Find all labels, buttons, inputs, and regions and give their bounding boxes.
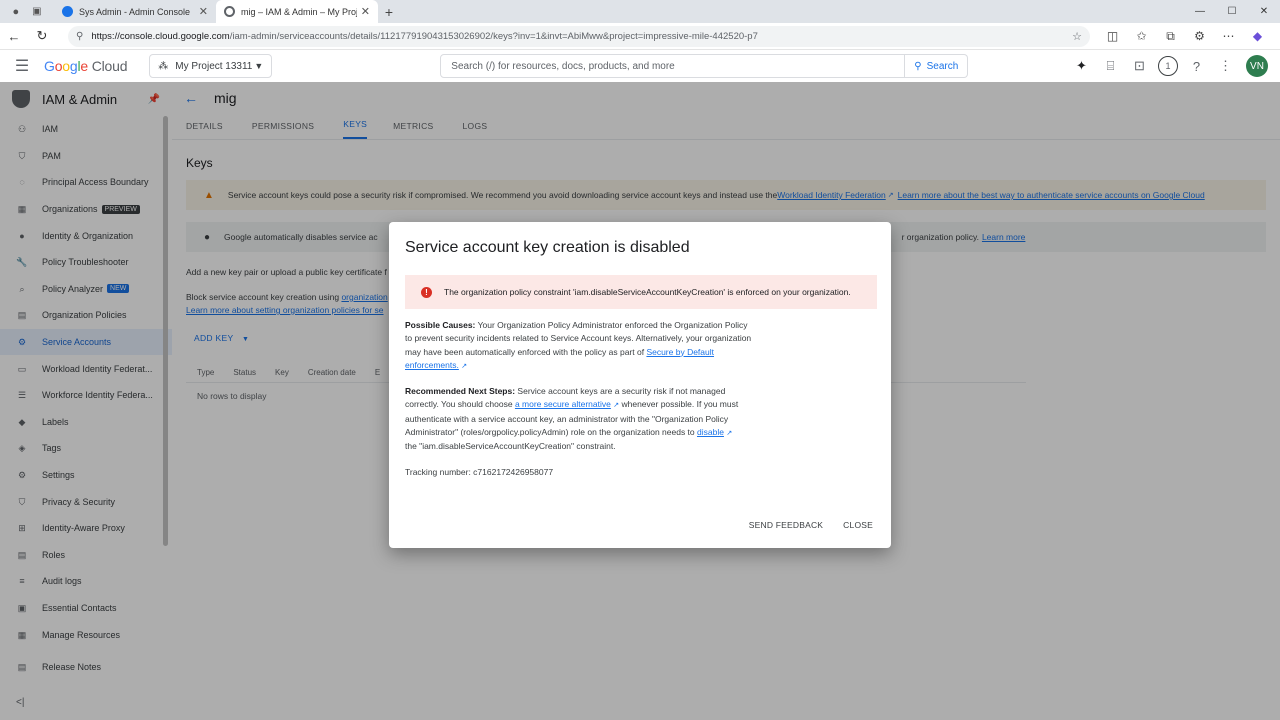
more-options-icon[interactable]: ⋮	[1211, 58, 1240, 74]
send-feedback-button[interactable]: SEND FEEDBACK	[749, 520, 823, 530]
search-icon: ⚲	[914, 60, 922, 72]
browser-tab-admin-console[interactable]: Sys Admin - Admin Console ✕	[54, 0, 216, 23]
browser-tab-iam[interactable]: mig – IAM & Admin – My Project ✕	[216, 0, 378, 23]
project-icon: ⁂	[158, 60, 169, 72]
site-info-icon[interactable]: ⚲	[76, 31, 83, 42]
logo-cloud: Cloud	[91, 58, 128, 74]
main-menu-icon[interactable]: ☰	[0, 56, 44, 76]
cloud-shell-icon[interactable]: ⊡	[1125, 58, 1154, 74]
external-link-icon: ↗	[461, 362, 468, 370]
help-icon[interactable]: ?	[1182, 59, 1211, 74]
gift-icon[interactable]: ⌸	[1096, 58, 1125, 74]
more-menu-icon[interactable]: ⋯	[1214, 29, 1243, 44]
new-tab-button[interactable]: +	[378, 0, 400, 23]
browser-profile-area: ● ▣	[0, 0, 54, 23]
dialog-actions: SEND FEEDBACK CLOSE	[729, 520, 873, 530]
steps-label: Recommended Next Steps:	[405, 386, 516, 397]
tab-actions-icon[interactable]: ▣	[32, 6, 41, 17]
search-input[interactable]: Search (/) for resources, docs, products…	[440, 54, 906, 78]
external-link-icon: ↗	[726, 430, 733, 438]
gemini-icon[interactable]: ✦	[1067, 58, 1096, 74]
dropdown-caret-icon: ▼	[254, 61, 264, 71]
copilot-icon[interactable]: ◆	[1243, 29, 1272, 44]
admin-console-favicon-icon	[62, 6, 73, 17]
close-tab-icon[interactable]: ✕	[361, 5, 370, 18]
profile-icon[interactable]: ●	[12, 6, 19, 18]
split-screen-icon[interactable]: ◫	[1098, 29, 1127, 44]
steps-text: the "iam.disableServiceAccountKeyCreatio…	[405, 441, 616, 452]
logo-letter: e	[80, 58, 88, 74]
close-tab-icon[interactable]: ✕	[199, 5, 208, 18]
secure-alternative-link[interactable]: a more secure alternative	[515, 399, 611, 409]
cloud-header: ☰ Google Cloud ⁂ My Project 13311 ▼ Sear…	[0, 50, 1280, 82]
bookmark-star-icon[interactable]: ☆	[1072, 30, 1082, 43]
minimize-icon[interactable]: —	[1184, 0, 1216, 23]
causes-label: Possible Causes:	[405, 320, 476, 330]
error-banner: ! The organization policy constraint 'ia…	[405, 275, 877, 309]
close-window-icon[interactable]: ✕	[1248, 0, 1280, 23]
favorites-icon[interactable]: ✩	[1127, 29, 1156, 44]
search-button-label: Search	[926, 60, 959, 72]
notifications-count-icon[interactable]: 1	[1158, 56, 1178, 76]
url-path: /iam-admin/serviceaccounts/details/11217…	[229, 30, 758, 42]
tab-title: Sys Admin - Admin Console	[79, 6, 191, 17]
extensions-icon[interactable]: ⚙	[1185, 29, 1214, 44]
dialog-title: Service account key creation is disabled	[405, 239, 690, 256]
possible-causes: Possible Causes: Your Organization Polic…	[405, 319, 755, 373]
back-icon[interactable]: ←	[0, 29, 28, 44]
recommended-next-steps: Recommended Next Steps: Service account …	[405, 385, 755, 453]
google-cloud-logo[interactable]: Google Cloud	[44, 58, 127, 74]
header-actions: ✦ ⌸ ⊡ 1 ? ⋮ VN	[1067, 55, 1280, 77]
url-bar[interactable]: ⚲ https://console.cloud.google.com /iam-…	[68, 25, 1090, 47]
maximize-icon[interactable]: ☐	[1216, 0, 1248, 23]
project-name: My Project 13311	[175, 60, 253, 72]
iam-favicon-icon	[224, 6, 235, 17]
browser-tab-bar: ● ▣ Sys Admin - Admin Console ✕ mig – IA…	[0, 0, 1280, 23]
disable-link[interactable]: disable	[697, 427, 724, 437]
logo-letter: o	[62, 58, 70, 74]
logo-letter: G	[44, 58, 55, 74]
collections-icon[interactable]: ⧉	[1156, 29, 1185, 44]
search-button[interactable]: ⚲ Search	[905, 54, 969, 78]
address-toolbar: ← ↻ ⚲ https://console.cloud.google.com /…	[0, 23, 1280, 50]
url-host: https://console.cloud.google.com	[91, 30, 230, 42]
error-text: The organization policy constraint 'iam.…	[444, 287, 851, 297]
browser-extensions: ◫ ✩ ⧉ ⚙ ⋯ ◆	[1098, 29, 1272, 44]
tracking-number: Tracking number: c7162172426958077	[405, 466, 554, 477]
key-creation-disabled-dialog: Service account key creation is disabled…	[389, 222, 891, 548]
error-icon: !	[421, 286, 432, 298]
tab-title: mig – IAM & Admin – My Project	[241, 6, 357, 17]
window-controls: — ☐ ✕	[1184, 0, 1280, 23]
project-picker[interactable]: ⁂ My Project 13311 ▼	[149, 54, 273, 78]
close-button[interactable]: CLOSE	[843, 520, 873, 530]
avatar[interactable]: VN	[1246, 55, 1268, 77]
reload-icon[interactable]: ↻	[28, 28, 56, 44]
